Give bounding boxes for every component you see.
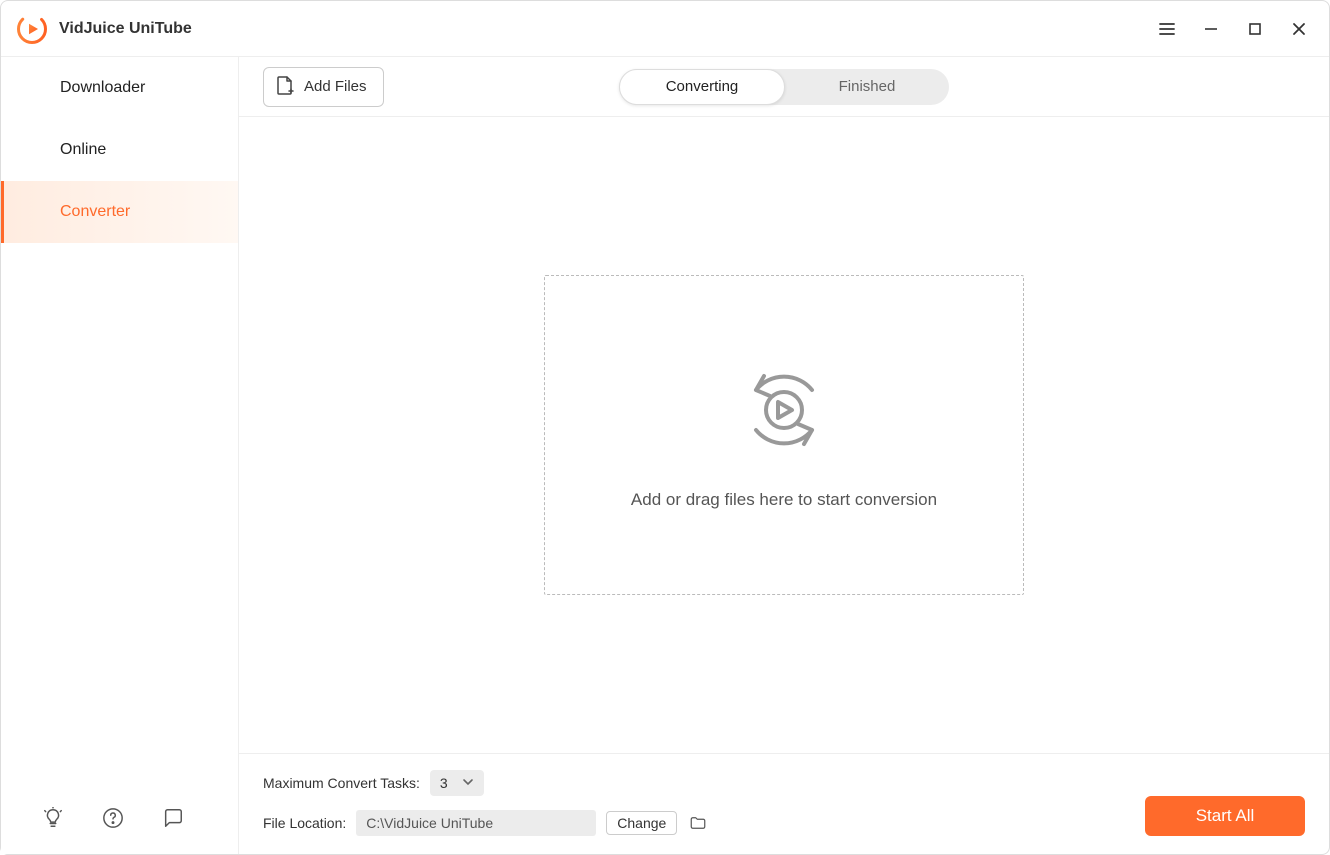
content-area: Add or drag files here to start conversi…: [239, 117, 1329, 753]
bottombar: Maximum Convert Tasks: 3 File Location: …: [239, 753, 1329, 854]
open-folder-icon[interactable]: [687, 812, 709, 834]
max-tasks-select[interactable]: 3: [430, 770, 484, 796]
dropzone[interactable]: Add or drag files here to start conversi…: [544, 275, 1024, 595]
close-icon[interactable]: [1281, 11, 1317, 47]
app-title: VidJuice UniTube: [59, 20, 1149, 38]
sidebar: Downloader Online Converter: [1, 57, 239, 854]
change-button[interactable]: Change: [606, 811, 677, 835]
nav-list: Downloader Online Converter: [1, 57, 238, 792]
sidebar-item-online[interactable]: Online: [1, 119, 238, 181]
add-files-button[interactable]: Add Files: [263, 67, 384, 107]
help-icon[interactable]: [101, 806, 125, 830]
tab-finished[interactable]: Finished: [785, 69, 949, 105]
max-tasks-label: Maximum Convert Tasks:: [263, 775, 420, 791]
toolbar: Add Files Converting Finished: [239, 57, 1329, 117]
tab-segment: Converting Finished: [619, 69, 949, 105]
app-window: VidJuice UniTube Downloader Online: [0, 0, 1330, 855]
sidebar-item-converter[interactable]: Converter: [1, 181, 238, 243]
convert-cycle-icon: [734, 360, 834, 460]
minimize-icon[interactable]: [1193, 11, 1229, 47]
file-location-label: File Location:: [263, 815, 346, 831]
sidebar-item-downloader[interactable]: Downloader: [1, 57, 238, 119]
window-controls: [1149, 11, 1317, 47]
main-panel: Add Files Converting Finished: [239, 57, 1329, 854]
lightbulb-icon[interactable]: [41, 806, 65, 830]
file-location-input[interactable]: [356, 810, 596, 836]
titlebar: VidJuice UniTube: [1, 1, 1329, 57]
sidebar-footer: [1, 792, 238, 854]
feedback-icon[interactable]: [161, 806, 185, 830]
add-files-label: Add Files: [304, 78, 367, 95]
add-file-icon: [276, 75, 294, 99]
chevron-down-icon: [462, 775, 474, 791]
max-tasks-value: 3: [440, 775, 448, 791]
menu-icon[interactable]: [1149, 11, 1185, 47]
max-tasks-row: Maximum Convert Tasks: 3: [263, 770, 1305, 796]
tab-converting[interactable]: Converting: [619, 69, 785, 105]
app-body: Downloader Online Converter: [1, 57, 1329, 854]
start-all-button[interactable]: Start All: [1145, 796, 1305, 836]
dropzone-text: Add or drag files here to start conversi…: [631, 490, 937, 510]
app-logo-icon: [17, 14, 47, 44]
maximize-icon[interactable]: [1237, 11, 1273, 47]
